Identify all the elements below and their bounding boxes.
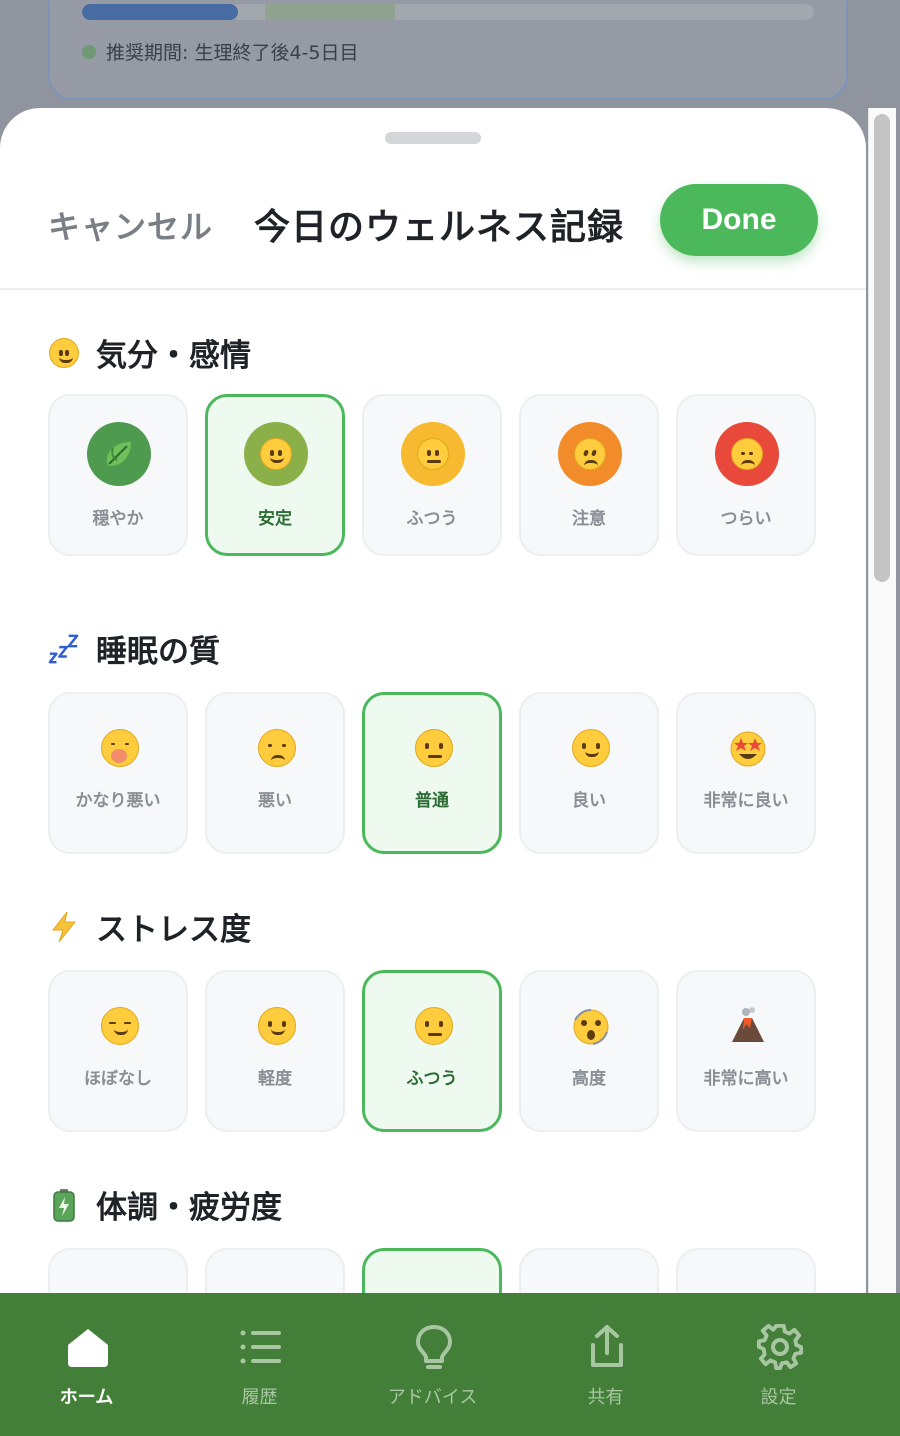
- stress-option-normal[interactable]: ふつう: [362, 970, 502, 1132]
- neutral-face-icon: [414, 728, 454, 768]
- sheet-drag-handle[interactable]: [385, 132, 481, 144]
- lightning-icon: [48, 911, 80, 943]
- nav-item-advice[interactable]: アドバイス: [346, 1293, 519, 1436]
- recommended-period: 推奨期間: 生理終了後4-5日目: [82, 38, 358, 65]
- mood-option-stable[interactable]: 安定: [205, 394, 345, 556]
- stress-option-none[interactable]: ほぼなし: [48, 970, 188, 1132]
- mood-option-caution[interactable]: 注意: [519, 394, 659, 556]
- option-label: つらい: [720, 509, 772, 529]
- mood-option-calm[interactable]: 穏やか: [48, 394, 188, 556]
- bottom-nav: ホーム 履歴 アドバイス 共有 設定: [0, 1293, 900, 1436]
- sleep-option-good[interactable]: 良い: [519, 692, 659, 854]
- section-label: 体調・疲労度: [96, 1190, 282, 1226]
- nav-label: 履歴: [241, 1387, 278, 1408]
- option-label: ふつう: [406, 1069, 458, 1089]
- option-label: ふつう: [406, 509, 458, 529]
- mood-options: 穏やか 安定 ふつう 注意 つらい: [48, 394, 816, 556]
- option-label: 注意: [572, 509, 606, 529]
- star-struck-icon: [728, 728, 768, 768]
- recommended-period-text: 推奨期間: 生理終了後4-5日目: [106, 42, 359, 64]
- section-title: 睡眠の質: [48, 626, 220, 671]
- nav-label: アドバイス: [387, 1387, 478, 1408]
- nav-label: 共有: [587, 1387, 624, 1408]
- section-title: 気分・感情: [48, 330, 251, 375]
- nav-label: 設定: [760, 1387, 797, 1408]
- slight-smile-icon: [257, 1006, 297, 1046]
- stress-options: ほぼなし 軽度 ふつう 高度 非常に高い: [48, 970, 816, 1132]
- wellness-sheet: キャンセル 今日のウェルネス記録 Done 気分・感情 穏やか 安定 ふつう 注…: [0, 108, 866, 1436]
- progress-fill-current: [82, 4, 238, 20]
- share-icon: [591, 1325, 623, 1367]
- done-button[interactable]: Done: [660, 184, 818, 256]
- option-label: 高度: [572, 1069, 606, 1089]
- slight-smile-icon: [244, 422, 308, 486]
- section-title: ストレス度: [48, 904, 251, 949]
- section-label: 気分・感情: [96, 338, 251, 374]
- section-title: 体調・疲労度: [48, 1182, 282, 1227]
- option-label: 非常に良い: [703, 791, 789, 811]
- nav-item-settings[interactable]: 設定: [692, 1293, 865, 1436]
- stress-option-very-high[interactable]: 非常に高い: [676, 970, 816, 1132]
- scrollbar-thumb[interactable]: [874, 114, 890, 582]
- dizzy-face-icon: [571, 1006, 611, 1046]
- stress-option-mild[interactable]: 軽度: [205, 970, 345, 1132]
- home-icon: [68, 1329, 108, 1367]
- mood-option-normal[interactable]: ふつう: [362, 394, 502, 556]
- disappointed-face-icon: [715, 422, 779, 486]
- option-label: 安定: [258, 509, 292, 529]
- sleep-option-normal[interactable]: 普通: [362, 692, 502, 854]
- disappointed-face-icon: [257, 728, 297, 768]
- option-label: 非常に高い: [703, 1069, 789, 1089]
- slight-smile-icon: [571, 728, 611, 768]
- cycle-progress-bar: [82, 4, 814, 20]
- list-icon: [240, 1330, 281, 1364]
- volcano-icon: [728, 1006, 768, 1046]
- sleep-option-bad[interactable]: 悪い: [205, 692, 345, 854]
- neutral-face-icon: [414, 1006, 454, 1046]
- yawning-face-icon: [100, 728, 140, 768]
- option-label: 良い: [572, 791, 606, 811]
- zzz-icon: [48, 633, 80, 665]
- nav-item-history[interactable]: 履歴: [173, 1293, 346, 1436]
- relieved-face-icon: [100, 1006, 140, 1046]
- gear-icon: [756, 1323, 804, 1371]
- period-dot-icon: [82, 44, 96, 59]
- option-label: 普通: [415, 791, 449, 811]
- nav-item-share[interactable]: 共有: [519, 1293, 692, 1436]
- smiling-face-icon: [48, 337, 80, 369]
- leaf-icon: [87, 422, 151, 486]
- sleep-option-very-good[interactable]: 非常に良い: [676, 692, 816, 854]
- option-label: 穏やか: [92, 509, 144, 529]
- sheet-title: 今日のウェルネス記録: [254, 207, 625, 248]
- sleep-option-very-bad[interactable]: かなり悪い: [48, 692, 188, 854]
- nav-item-home[interactable]: ホーム: [0, 1293, 173, 1436]
- mood-option-hard[interactable]: つらい: [676, 394, 816, 556]
- section-label: 睡眠の質: [96, 634, 220, 670]
- lightbulb-icon: [416, 1325, 452, 1369]
- nav-label: ホーム: [59, 1387, 114, 1408]
- option-label: 軽度: [258, 1069, 292, 1089]
- neutral-face-icon: [401, 422, 465, 486]
- option-label: かなり悪い: [75, 791, 161, 811]
- option-label: ほぼなし: [84, 1069, 152, 1089]
- cancel-button[interactable]: キャンセル: [48, 202, 213, 248]
- sheet-header: キャンセル 今日のウェルネス記録 Done: [0, 184, 866, 290]
- progress-fill-recommended: [265, 4, 395, 20]
- worried-face-icon: [558, 422, 622, 486]
- battery-icon: [48, 1188, 80, 1222]
- section-label: ストレス度: [96, 912, 251, 948]
- sleep-options: かなり悪い 悪い 普通 良い 非常に良い: [48, 692, 816, 854]
- option-label: 悪い: [258, 791, 292, 811]
- stress-option-high[interactable]: 高度: [519, 970, 659, 1132]
